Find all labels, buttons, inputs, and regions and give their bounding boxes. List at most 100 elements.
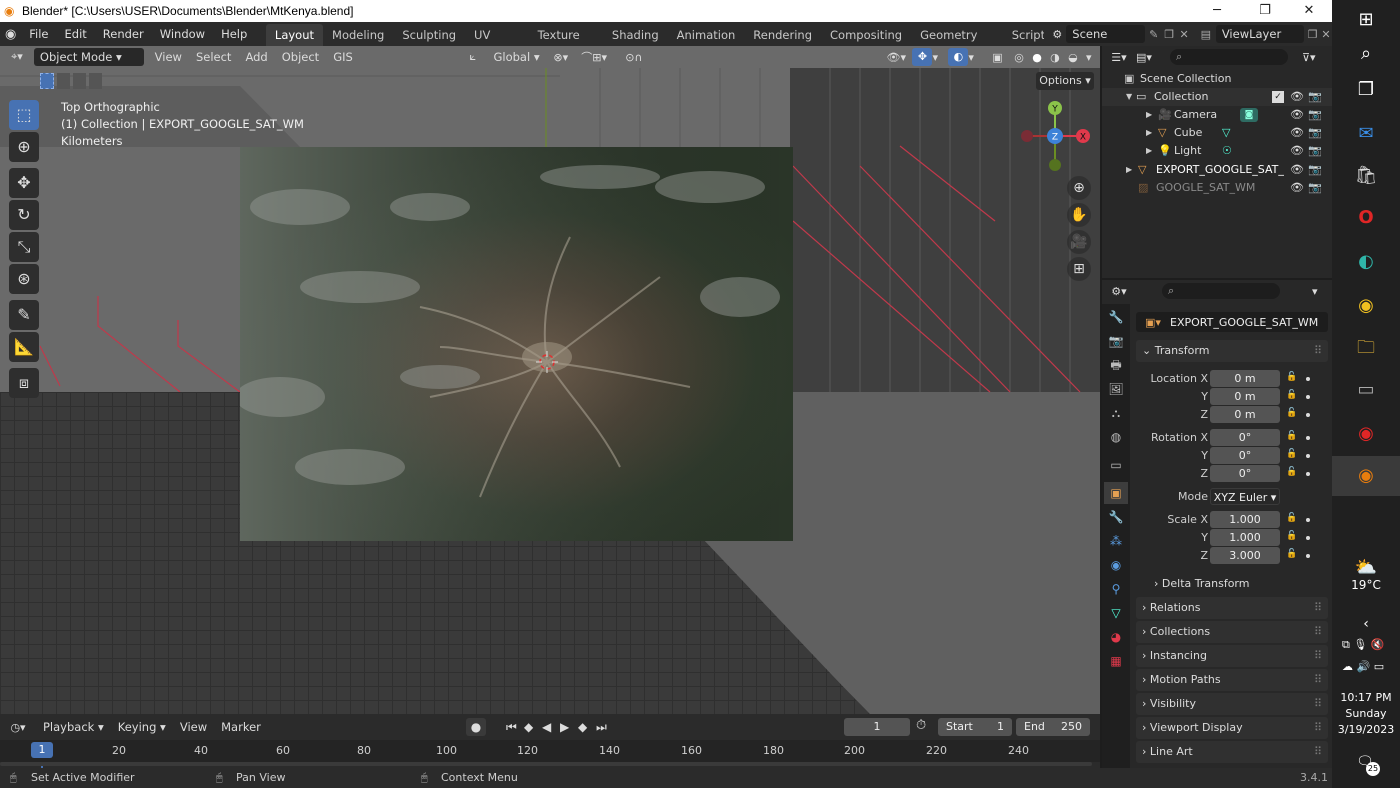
constraints-tab-icon[interactable]: ⚲ [1104, 578, 1128, 600]
visibility-panel-header[interactable]: › Visibility ⠿ [1136, 693, 1328, 715]
tool-tab-icon[interactable]: 🔧 [1104, 306, 1128, 328]
xray-icon[interactable]: ▣ [992, 51, 1014, 64]
data-tab-icon[interactable]: ▽ [1104, 602, 1128, 624]
timeline-editor-icon[interactable]: ◷▾ [0, 721, 36, 734]
play-reverse-icon[interactable]: ◀ [542, 720, 560, 734]
expand-arrow-icon[interactable]: ▶ [1146, 142, 1158, 160]
wireframe-shading-icon[interactable]: ◎ [1014, 51, 1032, 64]
collection-checkbox[interactable]: ✓ [1272, 91, 1284, 103]
pan-hand-icon[interactable]: ✋ [1067, 203, 1091, 227]
jump-end-icon[interactable]: ⏭ [596, 720, 614, 735]
menu-playback[interactable]: Playback ▾ [36, 720, 111, 734]
google-sat-visibility-icon[interactable]: 👁 [1290, 182, 1304, 194]
drag-handle-icon[interactable]: ⠿ [1314, 741, 1322, 763]
opera-icon[interactable]: O [1354, 206, 1378, 230]
transform-orientation-icon[interactable]: ⟀ [470, 50, 488, 64]
outliner-item-collection[interactable]: ▼ ▭ Collection ✓ 👁 📷 [1102, 88, 1332, 106]
menu-help[interactable]: Help [213, 22, 255, 46]
object-name-field[interactable]: ▣▾ EXPORT_GOOGLE_SAT_WM [1136, 312, 1328, 332]
play-icon[interactable]: ▶ [560, 720, 578, 734]
relations-panel-header[interactable]: › Relations ⠿ [1136, 597, 1328, 619]
output-tab-icon[interactable]: 🖶 [1104, 354, 1128, 376]
drag-handle-icon[interactable]: ⠿ [1314, 621, 1322, 643]
scene-collection-row[interactable]: ▣ Scene Collection [1102, 70, 1332, 88]
gizmo-dropdown-icon[interactable]: ▾ [932, 51, 948, 64]
tab-geometry-nodes[interactable]: Geometry Nodes [911, 24, 1003, 64]
close-button[interactable]: ✕ [1286, 0, 1332, 22]
file-explorer-icon[interactable]: 🗀 [1354, 336, 1378, 360]
editor-type-icon[interactable]: ⌖▾ [0, 50, 34, 64]
collections-panel-header[interactable]: › Collections ⠿ [1136, 621, 1328, 643]
lock-icon[interactable]: 🔓 [1286, 549, 1297, 559]
camera-render-icon[interactable]: 📷 [1308, 109, 1322, 121]
menu-object[interactable]: Object [275, 50, 326, 64]
tab-texture-paint[interactable]: Texture Paint [529, 24, 603, 64]
weather-icon[interactable]: ⛅ [1354, 556, 1378, 580]
menu-view[interactable]: View [148, 50, 189, 64]
outliner-item-camera[interactable]: ▶ 🎥 Camera ◙ 👁 📷 [1102, 106, 1332, 124]
select-new-icon[interactable] [40, 73, 54, 89]
keyframe-dot[interactable] [1306, 472, 1310, 476]
menu-render[interactable]: Render [95, 22, 152, 46]
edge-icon[interactable]: ◐ [1354, 250, 1378, 274]
tab-animation[interactable]: Animation [668, 24, 745, 46]
export-visibility-icon[interactable]: 👁 [1290, 164, 1304, 176]
properties-editor-icon[interactable]: ⚙▾ [1102, 285, 1136, 298]
menu-timeline-view[interactable]: View [173, 720, 214, 734]
current-frame-field[interactable]: 1 [844, 718, 910, 736]
tab-modeling[interactable]: Modeling [323, 24, 393, 46]
scene-selector[interactable]: Scene [1066, 25, 1146, 43]
lock-icon[interactable]: 🔓 [1286, 408, 1297, 418]
overlay-toggle-icon[interactable]: ◐ [948, 48, 969, 66]
display-mode-icon[interactable]: ▤▾ [1136, 51, 1170, 64]
outliner-editor-icon[interactable]: ☰▾ [1102, 51, 1136, 64]
outliner-item-google-sat-wm[interactable]: ▨ GOOGLE_SAT_WM 👁 📷 [1102, 179, 1332, 197]
camera-visibility-icon[interactable]: 👁 [1290, 109, 1304, 121]
viewport-3d[interactable]: ⌖▾ Object Mode ▾ View Select Add Object … [0, 46, 1100, 714]
visibility-icon[interactable]: 👁▾ [887, 51, 913, 64]
terminal-icon[interactable]: ▭ [1354, 378, 1378, 402]
blender-taskbar-item[interactable]: ◉ [1332, 456, 1400, 496]
select-box-tool-icon[interactable]: ⬚ [9, 100, 39, 130]
camera-data-icon[interactable]: ◙ [1240, 108, 1258, 122]
material-tab-icon[interactable]: ◕ [1104, 626, 1128, 648]
location-x-field[interactable]: 0 m [1210, 370, 1280, 387]
proportional-edit-icon[interactable]: ⊙∩ [625, 51, 665, 64]
light-render-icon[interactable]: 📷 [1308, 145, 1322, 157]
drag-handle-icon[interactable]: ⠿ [1314, 645, 1322, 667]
motion-paths-panel-header[interactable]: › Motion Paths ⠿ [1136, 669, 1328, 691]
scale-tool-icon[interactable]: ⤡ [9, 232, 39, 262]
view-layer-tab-icon[interactable]: 🖼 [1104, 378, 1128, 400]
tray-icons-row-1[interactable]: ⧉ 🎙 🔇 [1342, 638, 1385, 652]
mode-selector[interactable]: Object Mode ▾ [33, 48, 144, 66]
menu-edit[interactable]: Edit [57, 22, 95, 46]
physics-tab-icon[interactable]: ◉ [1104, 554, 1128, 576]
lock-icon[interactable]: 🔓 [1286, 531, 1297, 541]
search-icon[interactable]: ⌕ [1354, 42, 1378, 66]
tab-scripting[interactable]: Scripting [1003, 24, 1045, 46]
store-icon[interactable]: 🛍 [1354, 164, 1378, 188]
tab-uv-editing[interactable]: UV Editing [465, 24, 529, 64]
viewlayer-icon[interactable]: ▤ [1201, 28, 1216, 41]
tray-icons-row-2[interactable]: ☁ 🔊 ▭ [1342, 660, 1384, 673]
viewlayer-selector[interactable]: ViewLayer [1215, 25, 1304, 43]
menu-select[interactable]: Select [189, 50, 238, 64]
menu-gis[interactable]: GIS [326, 50, 360, 64]
cube-visibility-icon[interactable]: 👁 [1290, 127, 1304, 139]
keyframe-dot[interactable] [1306, 436, 1310, 440]
delta-transform-subpanel[interactable]: › Delta Transform [1154, 577, 1249, 590]
rendered-shading-icon[interactable]: ◒ [1068, 51, 1086, 64]
google-sat-render-icon[interactable]: 📷 [1308, 182, 1322, 194]
outliner-search-input[interactable]: ⌕ [1170, 49, 1288, 65]
next-keyframe-icon[interactable]: ◆ [578, 720, 596, 734]
overlay-dropdown-icon[interactable]: ▾ [968, 51, 992, 64]
new-scene-icon[interactable]: ❐ [1164, 28, 1179, 41]
drag-handle-icon[interactable]: ⠿ [1314, 693, 1322, 715]
material-shading-icon[interactable]: ◑ [1050, 51, 1068, 64]
expand-arrow-icon[interactable]: ▶ [1126, 161, 1138, 179]
scale-z-field[interactable]: 3.000 [1210, 547, 1280, 564]
instancing-panel-header[interactable]: › Instancing ⠿ [1136, 645, 1328, 667]
texture-tab-icon[interactable]: ▦ [1104, 650, 1128, 672]
drag-handle-icon[interactable]: ⠿ [1314, 340, 1322, 362]
chrome-icon[interactable]: ◉ [1354, 294, 1378, 318]
